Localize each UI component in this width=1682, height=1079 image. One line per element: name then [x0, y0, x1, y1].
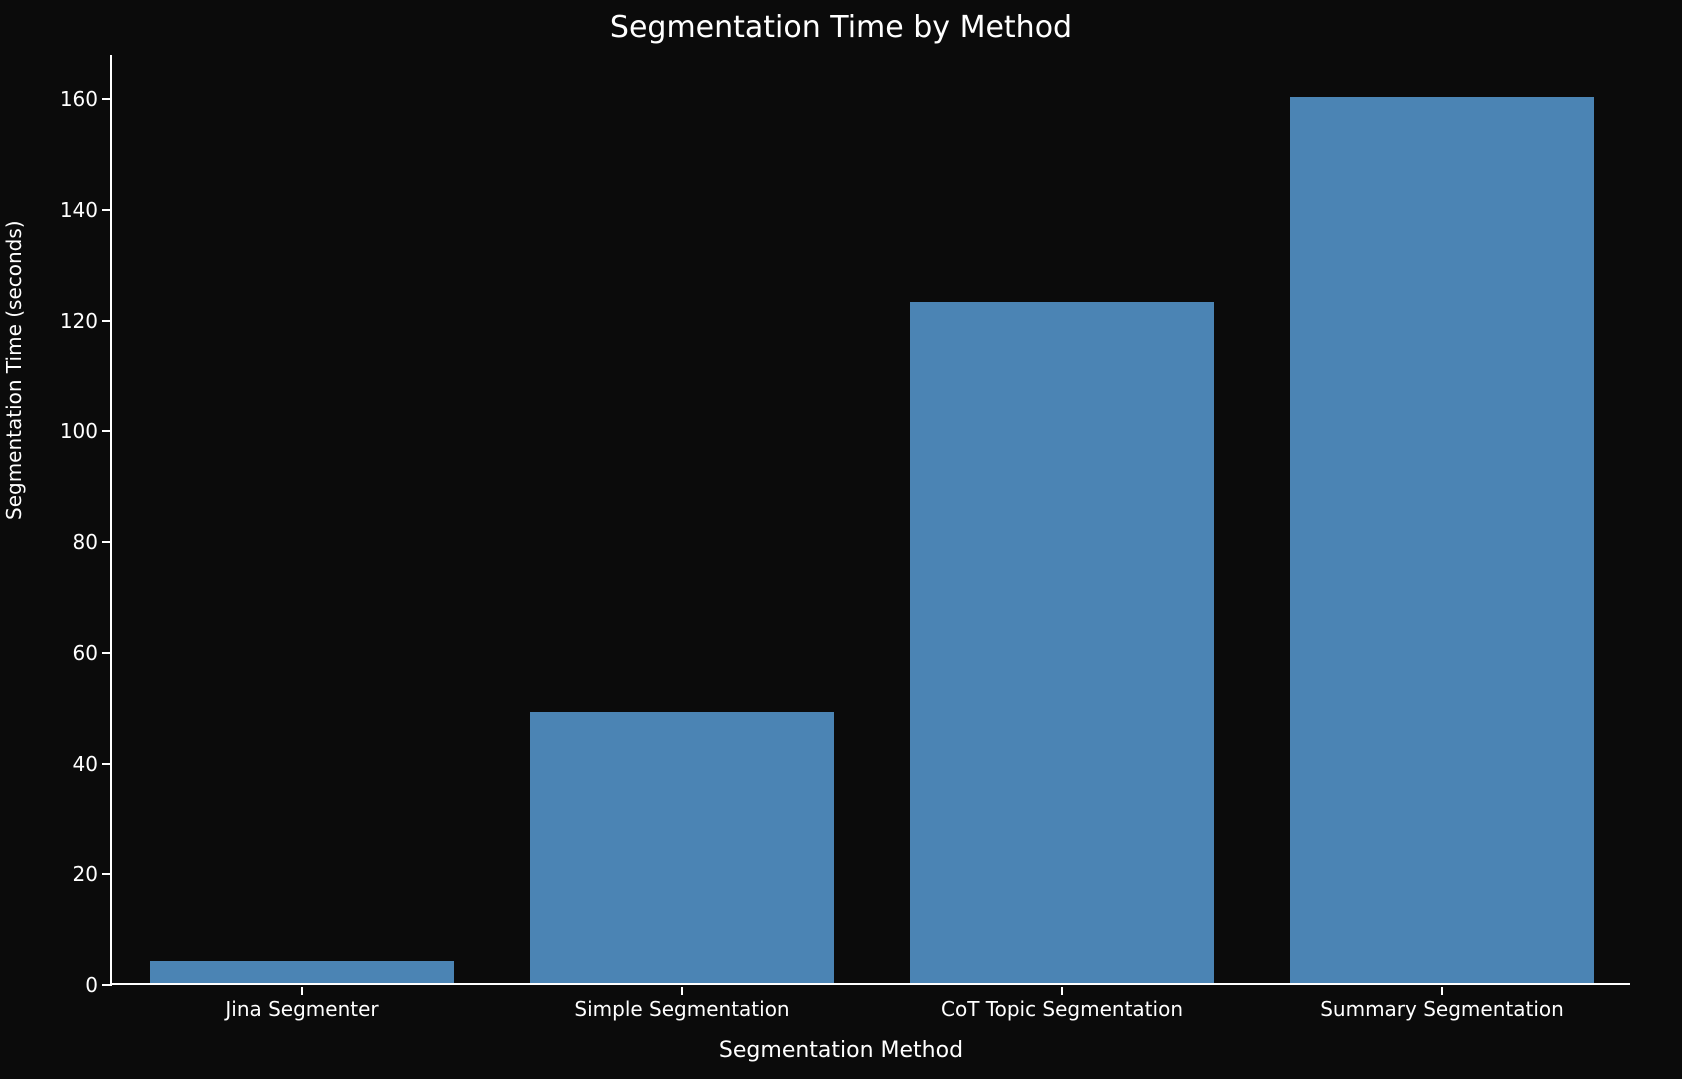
chart-title: Segmentation Time by Method — [0, 10, 1682, 45]
x-tick — [301, 987, 303, 995]
y-tick-label: 120 — [60, 309, 98, 333]
y-tick — [102, 652, 112, 654]
y-tick — [102, 984, 112, 986]
y-tick — [102, 98, 112, 100]
bar — [910, 302, 1214, 983]
y-tick-label: 80 — [73, 530, 98, 554]
y-tick — [102, 541, 112, 543]
y-tick — [102, 430, 112, 432]
x-tick — [681, 987, 683, 995]
x-tick — [1441, 987, 1443, 995]
y-tick-label: 20 — [73, 862, 98, 886]
y-tick — [102, 209, 112, 211]
y-tick-label: 0 — [85, 973, 98, 997]
x-axis-label: Segmentation Method — [0, 1038, 1682, 1063]
bar — [530, 712, 834, 983]
plot-area: 020406080100120140160Jina SegmenterSimpl… — [110, 55, 1630, 985]
y-tick-label: 60 — [73, 641, 98, 665]
y-tick — [102, 873, 112, 875]
y-axis-label: Segmentation Time (seconds) — [2, 220, 26, 520]
y-tick-label: 100 — [60, 419, 98, 443]
bar — [1290, 97, 1594, 983]
chart-figure: Segmentation Time by Method Segmentation… — [0, 0, 1682, 1079]
y-tick-label: 40 — [73, 752, 98, 776]
x-tick-label: Summary Segmentation — [1320, 997, 1564, 1021]
x-tick-label: Jina Segmenter — [225, 997, 378, 1021]
x-tick-label: CoT Topic Segmentation — [941, 997, 1183, 1021]
y-tick — [102, 320, 112, 322]
y-tick — [102, 763, 112, 765]
x-tick-label: Simple Segmentation — [574, 997, 789, 1021]
bar — [150, 961, 454, 983]
y-tick-label: 160 — [60, 87, 98, 111]
y-tick-label: 140 — [60, 198, 98, 222]
x-tick — [1061, 987, 1063, 995]
